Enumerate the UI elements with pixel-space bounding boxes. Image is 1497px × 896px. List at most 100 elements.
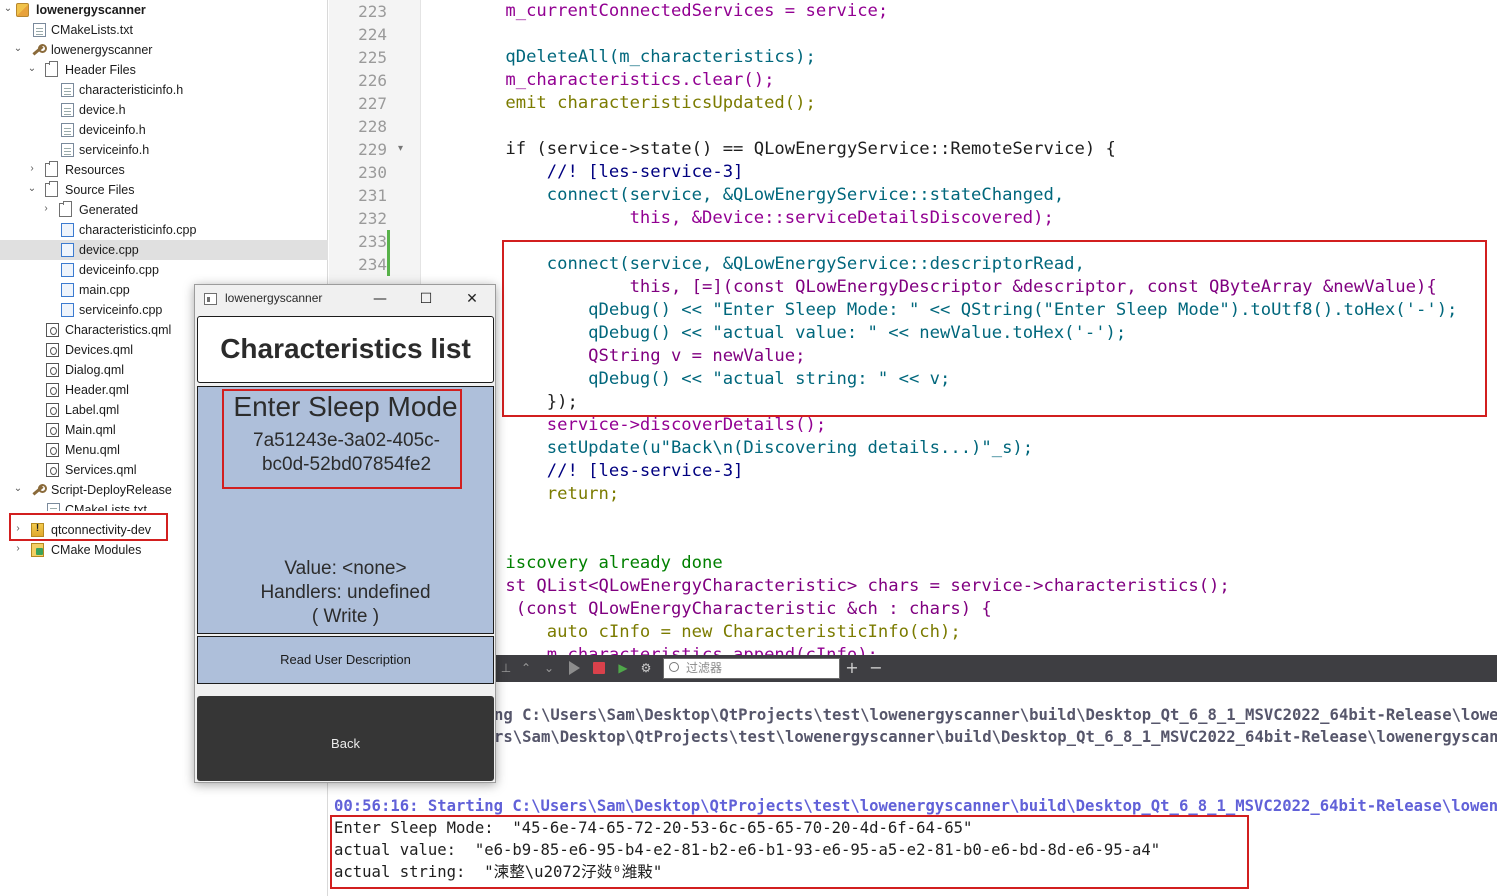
chevron-down-icon[interactable]: ⌄ [27, 183, 37, 195]
stop-icon[interactable] [593, 662, 605, 674]
maximize-button[interactable]: ☐ [412, 289, 440, 309]
tree-item-label: characteristicinfo.h [79, 83, 184, 97]
code-line: m_characteristics.clear(); [464, 69, 774, 92]
fold-arrow-icon[interactable]: ▾ [398, 143, 403, 154]
chevron-down-icon[interactable]: ⌄ [13, 43, 23, 55]
qml-file-icon [46, 443, 59, 457]
clear-icon[interactable]: ⊥ [499, 661, 513, 675]
code-text: (const QLowEnergyCharacteristic &ch : ch… [464, 599, 992, 619]
cpp-file-icon [61, 223, 74, 237]
chevron-down-icon[interactable]: ⌄ [3, 3, 13, 15]
code-text: auto cInfo = new CharacteristicInfo(ch); [464, 622, 961, 642]
code-text: QString v = newValue; [464, 346, 806, 366]
code-line: m_characteristics.append(cInfo); [464, 644, 878, 655]
tree-item-label: qtconnectivity-dev [51, 523, 152, 537]
header-file-icon [61, 143, 74, 157]
tree-item-label: lowenergyscanner [51, 43, 153, 57]
code-text: qDebug() << "actual value: " << newValue… [464, 323, 1127, 343]
tree-item-label: Services.qml [65, 463, 137, 477]
code-line: (const QLowEnergyCharacteristic &ch : ch… [464, 598, 992, 621]
read-user-description-button[interactable]: Read User Description [197, 636, 494, 684]
code-line: qDebug() << "actual value: " << newValue… [464, 322, 1126, 345]
window-titlebar[interactable]: lowenergyscanner — ☐ ✕ [195, 285, 495, 313]
tree-item-file[interactable]: serviceinfo.h [0, 140, 328, 160]
back-button[interactable]: Back [197, 696, 494, 781]
header-file-icon [61, 123, 74, 137]
tree-item-file[interactable]: characteristicinfo.h [0, 80, 328, 100]
tree-item-label: Header.qml [65, 383, 129, 397]
characteristic-handlers: Handlers: undefined [260, 582, 431, 603]
code-line: connect(service, &QLowEnergyService::des… [464, 253, 1085, 276]
application-output[interactable]: ng C:\Users\Sam\Desktop\QtProjects\test\… [329, 682, 1497, 896]
code-text: m_characteristics.append(cInfo); [464, 645, 878, 655]
tree-item-label: serviceinfo.h [79, 143, 150, 157]
tree-item-file[interactable]: deviceinfo.cpp [0, 260, 328, 280]
chevron-right-icon[interactable]: › [13, 523, 23, 535]
code-text: //! [les-service-3] [464, 162, 744, 182]
characteristic-permissions: ( Write ) [311, 606, 380, 627]
close-button[interactable]: ✕ [458, 289, 486, 309]
tree-item-label: CMakeLists.txt [65, 503, 147, 511]
tree-item-source-files[interactable]: ⌄ Source Files [0, 180, 328, 200]
filter-placeholder: 过滤器 [686, 661, 723, 675]
minus-icon[interactable]: − [869, 660, 883, 676]
code-line: emit characteristicsUpdated(); [464, 92, 815, 115]
run-icon[interactable] [569, 661, 580, 675]
line-number: 233 [358, 232, 387, 251]
characteristic-card[interactable]: Enter Sleep Mode 7a51243e-3a02-405c- bc0… [197, 386, 494, 634]
tree-item-lowenergyscanner-target[interactable]: ⌄ lowenergyscanner [0, 40, 328, 60]
qml-file-icon [46, 323, 59, 337]
tree-item-label: lowenergyscanner [36, 3, 146, 17]
code-text: //! [les-service-3] [464, 461, 744, 481]
code-editor[interactable]: 223 224 225 226 227 228 229 ▾ 230 231 23… [329, 0, 1497, 655]
qml-file-icon [46, 363, 59, 377]
chevron-down-icon[interactable]: ⌄ [27, 63, 37, 75]
attach-debugger-icon[interactable]: ▶ [616, 661, 630, 675]
warning-project-icon [31, 523, 44, 537]
tree-item-label: Resources [65, 163, 125, 177]
qml-file-icon [46, 423, 59, 437]
chevron-right-icon[interactable]: › [13, 543, 23, 555]
chevron-down-icon[interactable]: ⌄ [13, 483, 23, 495]
cpp-file-icon [61, 303, 74, 317]
code-line: this, [=](const QLowEnergyDescriptor &de… [464, 276, 1437, 299]
tree-item-label: device.cpp [79, 243, 139, 257]
tree-item-label: CMakeLists.txt [51, 23, 133, 37]
code-line: m_currentConnectedServices = service; [464, 0, 888, 23]
filter-input[interactable]: 过滤器 [663, 658, 840, 679]
folder-icon [59, 201, 72, 217]
tree-item-generated[interactable]: › Generated [0, 200, 328, 220]
code-text: iscovery already done [464, 553, 723, 573]
chevron-right-icon[interactable]: › [27, 163, 37, 175]
tree-item-resources[interactable]: › Resources [0, 160, 328, 180]
line-number: 228 [358, 117, 387, 136]
tree-item-file[interactable]: characteristicinfo.cpp [0, 220, 328, 240]
arrow-down-icon[interactable]: ⌄ [542, 661, 556, 675]
build-target-icon [31, 483, 47, 497]
app-icon [204, 293, 217, 305]
characteristic-details: Value: <none> Handlers: undefined ( Writ… [198, 557, 493, 629]
code-line: qDebug() << "actual string: " << v; [464, 368, 950, 391]
cmake-modules-icon [31, 543, 44, 557]
tree-item-cmakelists[interactable]: CMakeLists.txt [0, 20, 328, 40]
tree-item-header-files[interactable]: ⌄ Header Files [0, 60, 328, 80]
code-text: this, [=](const QLowEnergyDescriptor &de… [464, 277, 1437, 297]
minimize-button[interactable]: — [366, 289, 394, 309]
chevron-right-icon[interactable]: › [41, 203, 51, 215]
tree-item-file[interactable]: deviceinfo.h [0, 120, 328, 140]
search-icon [669, 662, 679, 672]
lowenergyscanner-window: lowenergyscanner — ☐ ✕ Characteristics l… [194, 284, 496, 783]
gear-icon[interactable]: ⚙ [639, 661, 653, 675]
code-line: service->discoverDetails(); [464, 414, 826, 437]
arrow-up-icon[interactable]: ⌃ [519, 661, 533, 675]
tree-item-file-selected[interactable]: device.cpp [0, 240, 328, 260]
line-number: 226 [358, 71, 387, 90]
code-line: st QList<QLowEnergyCharacteristic> chars… [464, 575, 1229, 598]
uuid-line: bc0d-52bd07854fe2 [261, 454, 432, 475]
tree-item-lowenergyscanner-project[interactable]: ⌄ lowenergyscanner [0, 0, 328, 20]
tree-item-file[interactable]: device.h [0, 100, 328, 120]
code-line: //! [les-service-3] [464, 161, 744, 184]
plus-icon[interactable]: + [845, 660, 859, 676]
tree-item-label: Script-DeployRelease [51, 483, 172, 497]
line-number: 234 [358, 255, 387, 274]
